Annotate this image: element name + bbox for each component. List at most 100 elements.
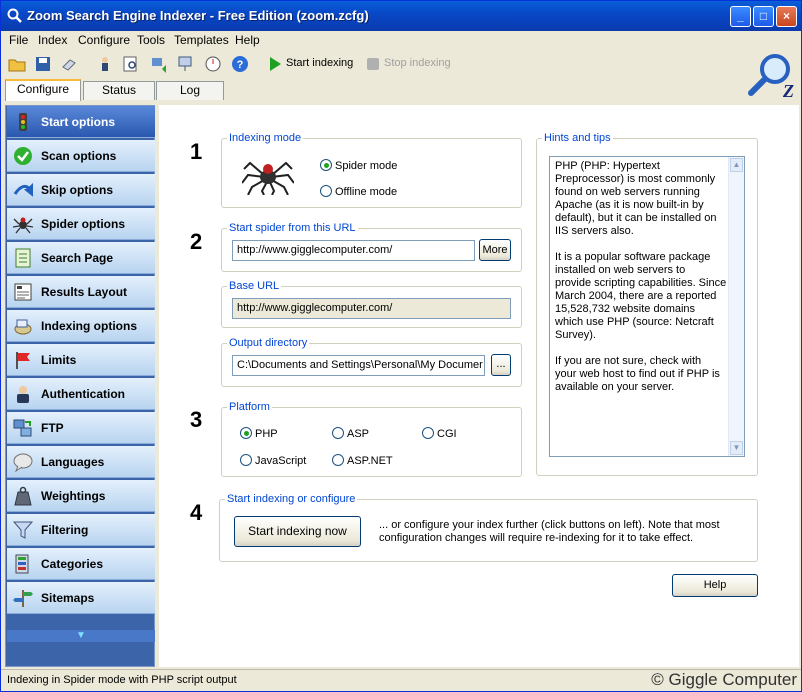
output-directory-group: Output directory C:\Documents and Settin… — [221, 337, 522, 387]
checkmark-icon — [14, 147, 32, 165]
start-indexing-button[interactable]: Start indexing — [286, 57, 353, 69]
step-number-1: 1 — [190, 139, 203, 164]
spider-icon — [13, 217, 33, 234]
platform-asp-label: ASP — [347, 428, 370, 440]
categories-icon — [15, 554, 29, 574]
svg-text:?: ? — [237, 59, 244, 71]
sidebar-item-languages[interactable]: Languages — [7, 446, 155, 478]
platform-asp-radio[interactable]: ASP — [332, 427, 369, 440]
funnel-icon — [13, 521, 33, 539]
sidebar-item-weightings[interactable]: Weightings — [7, 480, 155, 512]
hints-line: PHP (PHP: Hypertext — [555, 160, 660, 172]
platform-php-label: PHP — [255, 428, 278, 440]
start-indexing-group-label: Start indexing or configure — [225, 493, 358, 505]
start-url-input[interactable]: http://www.gigglecomputer.com/ — [232, 240, 475, 261]
scroll-up-arrow-icon[interactable]: ▲ — [730, 158, 743, 172]
start-indexing-icon[interactable] — [266, 55, 284, 73]
platform-php-radio-dot — [240, 427, 252, 439]
title-bar[interactable]: Zoom Search Engine Indexer - Free Editio… — [1, 1, 801, 31]
browse-directory-button[interactable]: ... — [491, 354, 511, 376]
sidebar-item-label: FTP — [41, 421, 64, 435]
sidebar-item-label: Filtering — [41, 523, 89, 537]
wizard-icon[interactable] — [96, 55, 114, 73]
signpost-icon — [13, 590, 33, 607]
preview-icon[interactable] — [122, 55, 140, 73]
sidebar-item-spider-options[interactable]: Spider options — [7, 208, 155, 240]
indexing-mode-group: Indexing mode Spider mode Offline mode — [221, 132, 522, 208]
window-title: Zoom Search Engine Indexer - Free Editio… — [27, 8, 369, 23]
menu-file[interactable]: File — [9, 33, 28, 47]
base-url-input[interactable]: http://www.gigglecomputer.com/ — [232, 298, 511, 319]
spider-icon — [242, 161, 294, 195]
sidebar-item-sitemaps[interactable]: Sitemaps — [7, 582, 155, 614]
offline-mode-radio[interactable]: Offline mode — [320, 185, 397, 198]
open-folder-icon[interactable] — [8, 55, 26, 73]
sidebar-item-limits[interactable]: Limits — [7, 344, 155, 376]
output-directory-input[interactable]: C:\Documents and Settings\Personal\My Do… — [232, 355, 485, 376]
spider-mode-radio-dot — [320, 159, 332, 171]
sidebar-item-indexing-options[interactable]: Indexing options — [7, 310, 155, 342]
upload-icon[interactable] — [150, 55, 168, 73]
scheduler-icon[interactable] — [204, 55, 222, 73]
minimize-button[interactable]: _ — [730, 6, 751, 27]
menu-tools[interactable]: Tools — [137, 33, 165, 47]
help-button[interactable]: Help — [672, 574, 758, 597]
tab-status[interactable]: Status — [83, 81, 155, 100]
hints-line: found on web servers running — [555, 186, 700, 198]
sidebar-item-label: Scan options — [41, 149, 117, 163]
platform-php-radio[interactable]: PHP — [240, 427, 278, 440]
menu-templates[interactable]: Templates — [174, 33, 229, 47]
platform-aspnet-radio[interactable]: ASP.NET — [332, 454, 393, 467]
more-button[interactable]: More — [479, 239, 511, 261]
sidebar-item-ftp[interactable]: FTP — [7, 412, 155, 444]
configure-hint-line-1: ... or configure your index further (cli… — [379, 519, 720, 531]
hints-scrollbar[interactable]: ▲ ▼ — [728, 157, 744, 456]
step-number-2: 2 — [190, 229, 203, 254]
menu-help[interactable]: Help — [235, 33, 260, 47]
page-icon — [15, 248, 31, 268]
tab-log[interactable]: Log — [156, 81, 224, 100]
close-button[interactable]: × — [776, 6, 797, 27]
start-indexing-now-button[interactable]: Start indexing now — [234, 516, 361, 547]
platform-cgi-radio-dot — [422, 427, 434, 439]
hints-line: available on your server. — [555, 381, 675, 393]
save-icon[interactable] — [34, 55, 52, 73]
traffic-light-icon — [19, 113, 27, 131]
tab-configure[interactable]: Configure — [5, 79, 81, 101]
hints-line: Preprocessor) is most commonly — [555, 173, 716, 185]
hints-line: March 2004, there are a reported — [555, 290, 717, 302]
platform-javascript-radio[interactable]: JavaScript — [240, 454, 306, 467]
menu-index[interactable]: Index — [38, 33, 67, 47]
sidebar-item-results-layout[interactable]: Results Layout — [7, 276, 155, 308]
hints-line: If you are not sure, check with — [555, 355, 702, 367]
sidebar-item-categories[interactable]: Categories — [7, 548, 155, 580]
sidebar-item-skip-options[interactable]: Skip options — [7, 174, 155, 206]
sidebar-item-search-page[interactable]: Search Page — [7, 242, 155, 274]
sidebar-item-filtering[interactable]: Filtering — [7, 514, 155, 546]
output-directory-label: Output directory — [227, 337, 310, 349]
spider-mode-radio[interactable]: Spider mode — [320, 159, 397, 172]
sidebar-item-scan-options[interactable]: Scan options — [7, 140, 155, 172]
sidebar-scroll-down-button[interactable]: ▼ — [7, 630, 155, 642]
step-number-3: 3 — [190, 407, 203, 432]
help-icon[interactable]: ? — [231, 55, 249, 73]
maximize-button[interactable]: □ — [753, 6, 774, 27]
hints-line: installed on web servers to — [555, 264, 686, 276]
configure-hint-line-2: configuration changes will require re-in… — [379, 532, 694, 544]
hints-textbox[interactable]: PHP (PHP: Hypertext Preprocessor) is mos… — [549, 156, 745, 457]
sidebar-item-label: Skip options — [41, 183, 113, 197]
sidebar-item-label: Results Layout — [41, 285, 128, 299]
main-panel: 1 Indexing mode Spider mode Offline mode… — [159, 105, 799, 667]
network-icon[interactable] — [176, 55, 194, 73]
sidebar-item-label: Languages — [41, 455, 105, 469]
hints-line: Apache (as it is now built-in by — [555, 199, 704, 211]
menu-configure[interactable]: Configure — [78, 33, 130, 47]
sidebar-item-authentication[interactable]: Authentication — [7, 378, 155, 410]
platform-cgi-radio[interactable]: CGI — [422, 427, 457, 440]
scroll-down-arrow-icon[interactable]: ▼ — [730, 441, 743, 455]
eraser-icon[interactable] — [60, 55, 78, 73]
sidebar-item-start-options[interactable]: Start options — [7, 106, 155, 138]
indexing-mode-label: Indexing mode — [227, 132, 304, 144]
offline-mode-label: Offline mode — [335, 186, 398, 198]
sidebar-item-label: Spider options — [41, 217, 125, 231]
